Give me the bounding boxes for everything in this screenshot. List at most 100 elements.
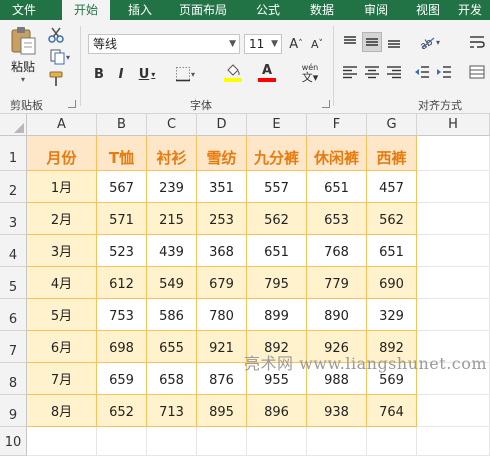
value-cell[interactable]: 780 <box>197 299 247 331</box>
empty-cell[interactable] <box>417 203 490 235</box>
table-header-cell[interactable]: 九分裤 <box>247 136 307 171</box>
top-align-button[interactable] <box>340 32 360 52</box>
cut-button[interactable] <box>46 26 66 44</box>
font-dialog-launcher[interactable] <box>322 100 330 108</box>
borders-button[interactable]: ▾ <box>170 64 200 84</box>
value-cell[interactable]: 899 <box>247 299 307 331</box>
value-cell[interactable]: 896 <box>247 395 307 427</box>
value-cell[interactable]: 562 <box>367 203 417 235</box>
month-cell[interactable]: 7月 <box>27 363 97 395</box>
tab-insert[interactable]: 插入 <box>118 0 162 20</box>
align-right-button[interactable] <box>384 62 404 82</box>
value-cell[interactable]: 713 <box>147 395 197 427</box>
empty-cell[interactable] <box>307 427 367 456</box>
value-cell[interactable]: 795 <box>247 267 307 299</box>
empty-cell[interactable] <box>417 427 490 456</box>
value-cell[interactable]: 215 <box>147 203 197 235</box>
table-header-cell[interactable]: T恤 <box>97 136 147 171</box>
month-cell[interactable]: 1月 <box>27 171 97 203</box>
month-cell[interactable]: 4月 <box>27 267 97 299</box>
value-cell[interactable]: 439 <box>147 235 197 267</box>
tab-file[interactable]: 文件 <box>2 0 46 20</box>
value-cell[interactable]: 679 <box>197 267 247 299</box>
empty-cell[interactable] <box>197 427 247 456</box>
empty-cell[interactable] <box>247 427 307 456</box>
value-cell[interactable]: 253 <box>197 203 247 235</box>
value-cell[interactable]: 329 <box>367 299 417 331</box>
column-header-f[interactable]: F <box>307 114 367 136</box>
orientation-button[interactable]: ab ▾ <box>414 32 444 52</box>
value-cell[interactable]: 557 <box>247 171 307 203</box>
column-header-a[interactable]: A <box>27 114 97 136</box>
phonetic-guide-button[interactable]: wén 文▾ <box>292 62 328 84</box>
italic-button[interactable]: I <box>112 64 130 84</box>
month-cell[interactable]: 2月 <box>27 203 97 235</box>
increase-font-size-button[interactable]: A ˄ <box>287 34 305 54</box>
value-cell[interactable]: 651 <box>367 235 417 267</box>
row-header-8[interactable]: 8 <box>0 363 27 395</box>
value-cell[interactable]: 239 <box>147 171 197 203</box>
table-header-cell[interactable]: 休闲裤 <box>307 136 367 171</box>
middle-align-button[interactable] <box>362 32 382 52</box>
value-cell[interactable]: 779 <box>307 267 367 299</box>
empty-cell[interactable] <box>97 427 147 456</box>
value-cell[interactable]: 895 <box>197 395 247 427</box>
empty-cell[interactable] <box>417 299 490 331</box>
column-header-d[interactable]: D <box>197 114 247 136</box>
fill-color-button[interactable] <box>218 62 248 84</box>
value-cell[interactable]: 659 <box>97 363 147 395</box>
value-cell[interactable]: 612 <box>97 267 147 299</box>
tab-data[interactable]: 数据 <box>300 0 344 20</box>
month-cell[interactable]: 6月 <box>27 331 97 363</box>
empty-cell[interactable] <box>417 395 490 427</box>
value-cell[interactable]: 651 <box>307 171 367 203</box>
paste-button[interactable]: 粘贴 ▾ <box>6 26 40 84</box>
value-cell[interactable]: 586 <box>147 299 197 331</box>
value-cell[interactable]: 658 <box>147 363 197 395</box>
value-cell[interactable]: 655 <box>147 331 197 363</box>
clipboard-dialog-launcher[interactable] <box>68 100 76 108</box>
column-header-e[interactable]: E <box>247 114 307 136</box>
row-header-1[interactable]: 1 <box>0 136 27 171</box>
row-header-6[interactable]: 6 <box>0 299 27 331</box>
decrease-indent-button[interactable] <box>412 62 432 82</box>
tab-home[interactable]: 开始 <box>62 0 110 20</box>
empty-cell[interactable] <box>147 427 197 456</box>
bottom-align-button[interactable] <box>384 32 404 52</box>
month-cell[interactable]: 3月 <box>27 235 97 267</box>
empty-cell[interactable] <box>27 427 97 456</box>
font-color-button[interactable]: A <box>252 62 282 84</box>
value-cell[interactable]: 351 <box>197 171 247 203</box>
row-header-4[interactable]: 4 <box>0 235 27 267</box>
tab-review[interactable]: 审阅 <box>354 0 398 20</box>
row-header-7[interactable]: 7 <box>0 331 27 363</box>
value-cell[interactable]: 457 <box>367 171 417 203</box>
empty-cell[interactable] <box>417 267 490 299</box>
underline-button[interactable]: U ▾ <box>134 64 160 84</box>
decrease-font-size-button[interactable]: A ˅ <box>308 34 326 54</box>
empty-cell[interactable] <box>367 427 417 456</box>
value-cell[interactable]: 567 <box>97 171 147 203</box>
tab-developer[interactable]: 开发 <box>458 0 490 20</box>
wrap-text-button[interactable] <box>466 32 488 52</box>
value-cell[interactable]: 368 <box>197 235 247 267</box>
table-header-cell[interactable]: 雪纺 <box>197 136 247 171</box>
value-cell[interactable]: 698 <box>97 331 147 363</box>
worksheet-grid[interactable]: A B C D E F G H 1 2 3 4 5 6 7 8 9 10 月份 T恤 衬衫 雪纺 九分裤 休闲裤 西裤 1月 567… <box>0 114 490 456</box>
value-cell[interactable]: 652 <box>97 395 147 427</box>
value-cell[interactable]: 768 <box>307 235 367 267</box>
month-cell[interactable]: 8月 <box>27 395 97 427</box>
value-cell[interactable]: 690 <box>367 267 417 299</box>
value-cell[interactable]: 764 <box>367 395 417 427</box>
tab-page-layout[interactable]: 页面布局 <box>172 0 234 20</box>
empty-cell[interactable] <box>417 171 490 203</box>
month-cell[interactable]: 5月 <box>27 299 97 331</box>
column-header-h[interactable]: H <box>417 114 490 136</box>
tab-formulas[interactable]: 公式 <box>246 0 290 20</box>
table-header-cell[interactable]: 西裤 <box>367 136 417 171</box>
value-cell[interactable]: 876 <box>197 363 247 395</box>
merge-center-button[interactable] <box>466 62 488 82</box>
bold-button[interactable]: B <box>90 64 108 84</box>
value-cell[interactable]: 523 <box>97 235 147 267</box>
format-painter-button[interactable] <box>46 70 66 88</box>
